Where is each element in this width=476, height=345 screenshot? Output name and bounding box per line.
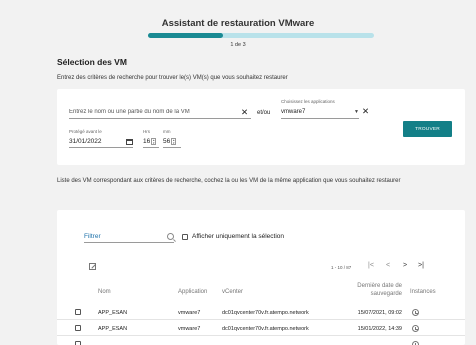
minutes-stepper[interactable]: 56 ▴ ▾	[163, 136, 181, 148]
search-icon[interactable]	[167, 232, 174, 240]
only-selection-toggle[interactable]: Afficher uniquement la sélection	[182, 233, 284, 240]
step-label: 1 de 3	[230, 42, 246, 48]
filter-field[interactable]: Filtrer	[84, 230, 174, 243]
next-page-button[interactable]: >	[403, 262, 407, 269]
cell-last-backup: 15/01/2022, 14:39	[357, 326, 402, 332]
clear-name-icon[interactable]: ✕	[241, 108, 248, 117]
hours-value: 16	[143, 138, 151, 145]
column-header-vcenter[interactable]: vCenter	[222, 289, 243, 295]
only-selection-checkbox[interactable]	[182, 233, 188, 240]
last-page-button[interactable]: >|	[418, 262, 424, 269]
clear-app-icon[interactable]: ✕	[362, 107, 369, 116]
table-row[interactable]	[57, 338, 465, 345]
wizard-progress-bar	[148, 33, 374, 38]
history-icon[interactable]	[412, 309, 419, 316]
row-checkbox[interactable]	[75, 309, 81, 315]
first-page-button[interactable]: |<	[368, 262, 374, 269]
results-description: Liste des VM correspondant aux critères …	[57, 178, 401, 184]
export-icon[interactable]	[89, 263, 96, 270]
date-value: 31/01/2022	[69, 138, 102, 145]
wizard-progress-fill	[148, 33, 223, 38]
column-header-app[interactable]: Application	[178, 289, 207, 295]
calendar-icon[interactable]	[126, 138, 133, 145]
table-row[interactable]: APP_ESAN vmware7 dc01qvcenter70v.fr.atem…	[57, 306, 465, 320]
column-header-name[interactable]: Nom	[98, 289, 111, 295]
hours-spinner-icon[interactable]: ▴ ▾	[151, 138, 157, 145]
cell-app: vmware7	[178, 326, 201, 332]
cell-last-backup: 15/07/2021, 09:02	[357, 310, 402, 316]
minutes-spinner-icon[interactable]: ▴ ▾	[171, 138, 177, 145]
app-select[interactable]: vmware7 ▼	[281, 106, 359, 119]
cell-name: APP_ESAN	[98, 310, 128, 316]
section-description: Entrez des critères de recherche pour tr…	[57, 75, 288, 81]
results-card: Filtrer Afficher uniquement la sélection…	[57, 210, 465, 345]
search-card: ✕ et/ou Choisissez les applications vmwa…	[57, 89, 465, 165]
column-header-last-backup[interactable]: Dernière date de sauvegarde	[342, 282, 402, 298]
date-label: Protégé avant le	[69, 129, 102, 134]
chevron-down-icon: ▼	[354, 109, 359, 115]
cell-name: APP_ESAN	[98, 326, 128, 332]
hours-stepper[interactable]: 16 ▴ ▾	[143, 136, 159, 148]
app-select-value: vmware7	[281, 109, 306, 115]
date-field[interactable]: 31/01/2022	[69, 136, 133, 148]
page-info: 1 - 10 / 87	[331, 265, 352, 270]
app-select-label: Choisissez les applications	[281, 99, 335, 104]
prev-page-button[interactable]: <	[386, 262, 390, 269]
or-label: et/ou	[257, 110, 271, 116]
only-selection-label: Afficher uniquement la sélection	[192, 233, 285, 240]
vm-name-field[interactable]	[69, 105, 251, 119]
minutes-label: mm	[163, 129, 171, 134]
hours-label: Hrs	[143, 129, 150, 134]
table-row[interactable]: APP_ESAN vmware7 dc01qvcenter70v.fr.atem…	[57, 322, 465, 336]
column-header-instances[interactable]: Instances	[410, 289, 436, 295]
find-button[interactable]: TROUVER	[403, 121, 452, 137]
section-title: Sélection des VM	[57, 57, 127, 67]
history-icon[interactable]	[412, 341, 419, 345]
vm-name-input[interactable]	[69, 108, 251, 115]
row-checkbox[interactable]	[75, 325, 81, 331]
cell-app: vmware7	[178, 310, 201, 316]
wizard-title: Assistant de restauration VMware	[161, 18, 315, 29]
history-icon[interactable]	[412, 325, 419, 332]
cell-vcenter: dc01qvcenter70v.fr.atempo.network	[222, 310, 309, 316]
row-checkbox[interactable]	[75, 341, 81, 345]
cell-vcenter: dc01qvcenter70v.fr.atempo.network	[222, 326, 309, 332]
minutes-value: 56	[163, 138, 171, 145]
filter-label: Filtrer	[84, 232, 101, 240]
